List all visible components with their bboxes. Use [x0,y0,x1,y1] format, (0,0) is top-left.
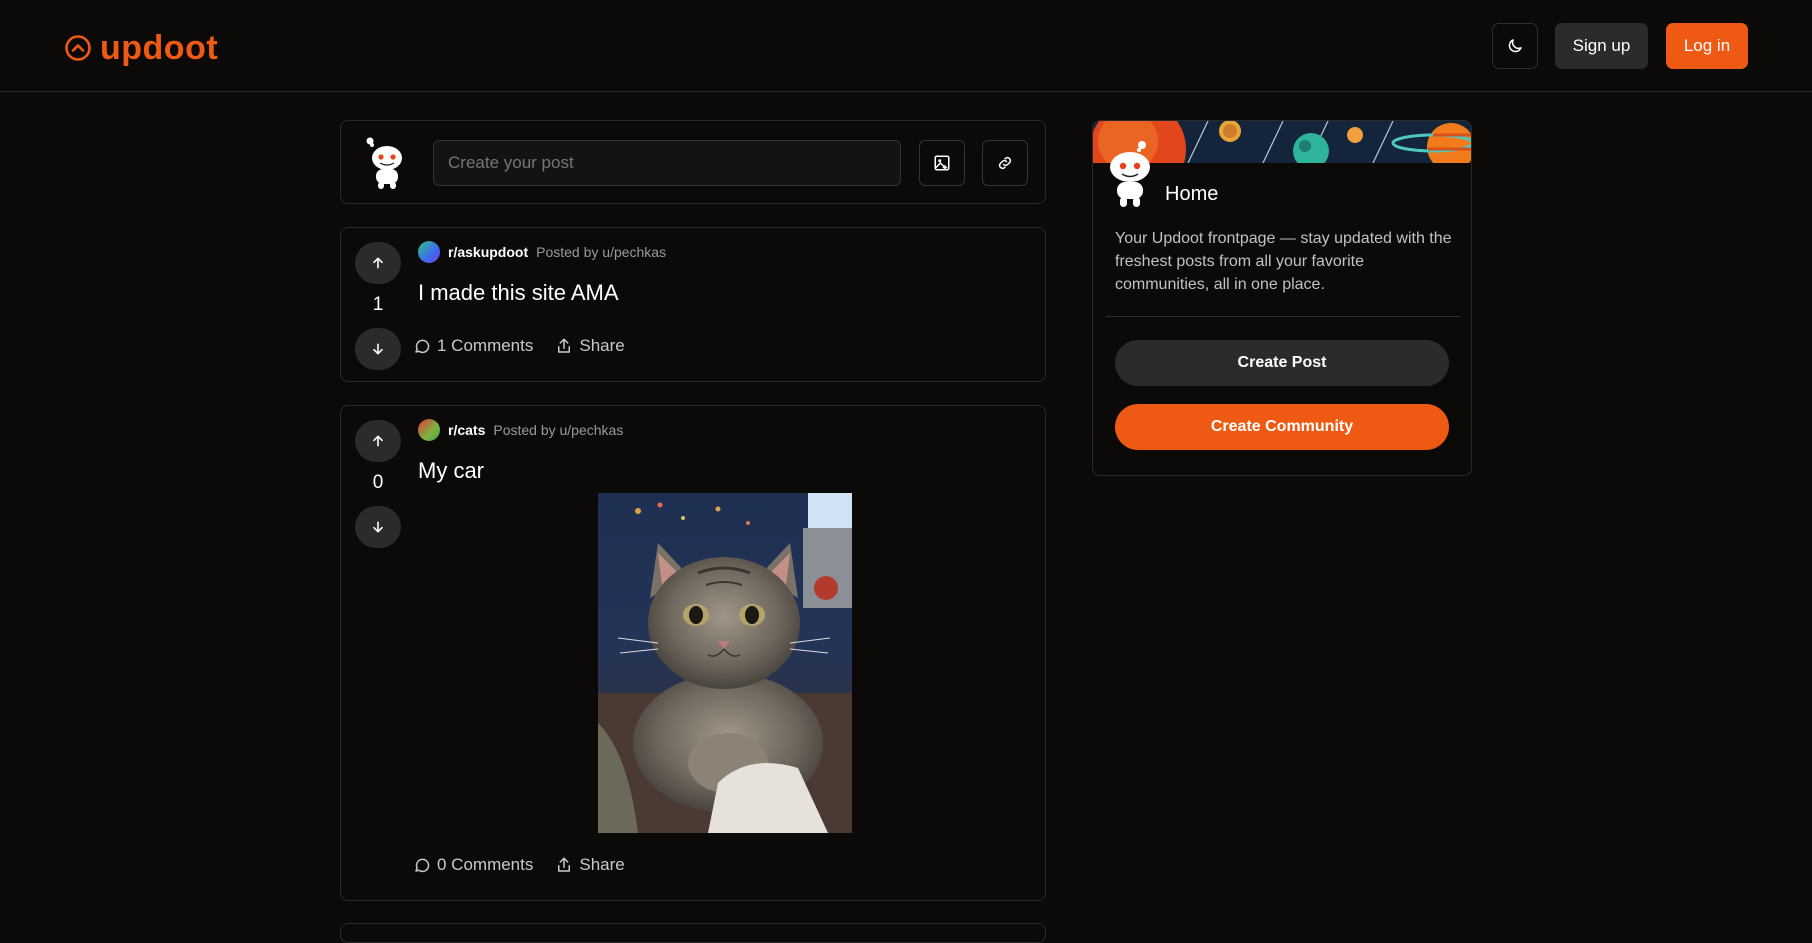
arrow-up-icon [373,257,383,269]
post-meta: r/askupdoot Posted by u/pechkas [418,241,666,263]
snoo-avatar-icon [1110,141,1150,207]
logo-text: updoot [100,29,219,67]
post-author[interactable]: Posted by u/pechkas [536,244,666,260]
post-card[interactable]: 1 r/askupdoot Posted by u/pechkas I made… [340,227,1046,382]
post-title[interactable]: My car [418,458,484,484]
post-actions: 1 Comments Share [413,336,625,356]
moon-icon [1508,39,1522,53]
downvote-button[interactable] [355,328,401,370]
divider [1106,316,1460,317]
top-header: updoot Sign up Log in [0,0,1812,92]
theme-toggle-button[interactable] [1492,23,1538,69]
link-icon [998,156,1012,170]
create-post-button[interactable]: Create Post [1115,340,1449,386]
comments-label: 0 Comments [437,855,534,874]
community-link[interactable]: r/askupdoot [448,244,528,260]
arrow-down-icon [373,521,383,533]
share-icon [558,338,571,353]
signup-button[interactable]: Sign up [1555,23,1648,69]
post-card[interactable]: 0 r/cats Posted by u/pechkas My car 0 Co… [340,405,1046,901]
login-button[interactable]: Log in [1666,23,1748,69]
upvote-button[interactable] [355,242,401,284]
upvote-circle-icon [65,35,91,61]
sidebar-title: Home [1165,183,1219,205]
add-image-button[interactable] [919,140,965,186]
post-author[interactable]: Posted by u/pechkas [493,422,623,438]
logo[interactable]: updoot [64,28,218,68]
share-icon [558,857,571,872]
comment-icon [415,858,430,873]
home-sidebar: Home Your Updoot frontpage — stay update… [1092,120,1472,476]
share-button[interactable]: Share [555,336,625,356]
snoo-avatar-icon [366,137,402,189]
comment-icon [415,339,430,354]
upvote-button[interactable] [355,420,401,462]
post-card[interactable] [340,923,1046,943]
add-link-button[interactable] [982,140,1028,186]
user-avatar [363,136,407,195]
share-label: Share [579,855,625,874]
arrow-down-icon [373,343,383,355]
create-community-button[interactable]: Create Community [1115,404,1449,450]
comments-button[interactable]: 1 Comments [413,336,533,356]
cat-photo [598,493,852,833]
image-icon [934,155,950,171]
post-actions: 0 Comments Share [413,855,625,875]
sidebar-description: Your Updoot frontpage — stay updated wit… [1115,230,1452,293]
community-avatar [418,419,440,441]
vote-score: 1 [372,294,384,315]
vote-score: 0 [372,472,384,493]
create-post-composer [340,120,1046,204]
post-title[interactable]: I made this site AMA [418,280,619,306]
post-image[interactable] [598,493,852,833]
community-link[interactable]: r/cats [448,422,485,438]
community-avatar [418,241,440,263]
create-post-input[interactable] [433,140,901,186]
arrow-up-icon [373,435,383,447]
downvote-button[interactable] [355,506,401,548]
share-button[interactable]: Share [555,855,625,875]
post-meta: r/cats Posted by u/pechkas [418,419,623,441]
comments-label: 1 Comments [437,336,534,355]
share-label: Share [579,336,625,355]
home-avatar [1105,139,1155,214]
comments-button[interactable]: 0 Comments [413,855,533,875]
